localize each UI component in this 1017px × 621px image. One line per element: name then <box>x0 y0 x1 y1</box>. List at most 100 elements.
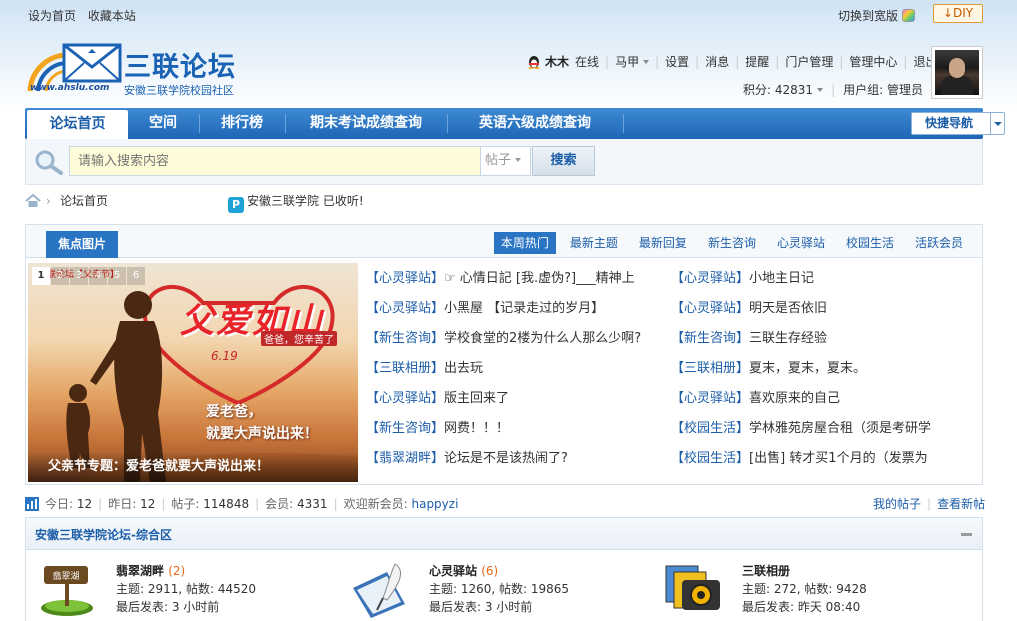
quill-icon[interactable] <box>347 560 413 618</box>
thread-title[interactable]: [出售] 转才买1个月的（发票为 <box>749 451 928 466</box>
nav-ranking[interactable]: 排行榜 <box>200 108 284 139</box>
thread-category[interactable]: 【新生咨询】 <box>671 331 749 346</box>
thread-title[interactable]: 学校食堂的2楼为什么人那么少啊? <box>444 331 641 346</box>
search-button[interactable]: 搜索 <box>532 146 595 176</box>
forum-title[interactable]: 翡翠湖畔 <box>116 564 164 578</box>
thread-category[interactable]: 【校园生活】 <box>671 421 749 436</box>
camera-icon[interactable] <box>660 560 726 618</box>
forum-last-post[interactable]: 最后发表: 昨天 08:40 <box>742 598 860 615</box>
forum-name[interactable]: 三联相册 <box>742 562 790 579</box>
thread-title[interactable]: 版主回来了 <box>444 391 509 406</box>
points-menu[interactable]: 积分: 42831 <box>743 83 824 97</box>
thread-title[interactable]: 小黑屋 【记录走过的岁月】 <box>444 301 604 316</box>
tab-weekly-hot[interactable]: 本周热门 <box>493 232 556 254</box>
thread-category[interactable]: 【心灵驿站】 <box>366 391 444 406</box>
settings-link[interactable]: 设置 <box>665 55 689 69</box>
nav-final-exam-query[interactable]: 期末考试成绩查询 <box>286 108 446 139</box>
tab-latest-replies[interactable]: 最新回复 <box>632 232 694 254</box>
thread-title[interactable]: 出去玩 <box>444 361 483 376</box>
nav-space[interactable]: 空间 <box>128 108 198 139</box>
focus-slideshow[interactable]: 三联论坛【父亲节】 123456 父爱如山 爸爸，您辛苦了 6.19 爱老爸， … <box>28 263 358 482</box>
home-icon[interactable] <box>25 194 41 208</box>
thread-category[interactable]: 【心灵驿站】 <box>671 301 749 316</box>
nav-forum-home[interactable]: 论坛首页 <box>27 110 128 140</box>
forum-name[interactable]: 翡翠湖畔 (2) <box>116 562 185 579</box>
thread-title[interactable]: 网费！！！ <box>444 421 509 436</box>
thread-category[interactable]: 【翡翠湖畔】 <box>366 451 444 466</box>
slide-page-6[interactable]: 6 <box>127 267 145 285</box>
slide-page-3[interactable]: 3 <box>70 267 88 285</box>
thread-title[interactable]: 论坛是不是该热闹了? <box>444 451 568 466</box>
tab-freshman-consult[interactable]: 新生咨询 <box>701 232 763 254</box>
thread-item[interactable]: 【三联相册】出去玩 <box>366 359 666 379</box>
newest-member-link[interactable]: happyzi <box>411 497 458 511</box>
admin-center-link[interactable]: 管理中心 <box>849 55 897 69</box>
tab-active-members[interactable]: 活跃会员 <box>908 232 970 254</box>
thread-item[interactable]: 【翡翠湖畔】论坛是不是该热闹了? <box>366 449 666 469</box>
forum-title[interactable]: 心灵驿站 <box>429 564 477 578</box>
thread-category[interactable]: 【心灵驿站】 <box>366 301 444 316</box>
thread-title[interactable]: 学林雅苑房屋合租（须是考研学 <box>749 421 931 436</box>
diy-button[interactable]: ↓DIY <box>933 4 983 23</box>
category-title[interactable]: 安徽三联学院论坛-综合区 <box>35 526 172 543</box>
forum-title[interactable]: 三联相册 <box>742 564 790 578</box>
horse-menu[interactable]: 马甲 <box>615 55 650 69</box>
thread-category[interactable]: 【三联相册】 <box>366 361 444 376</box>
notice-text[interactable]: 安徽三联学院 已收听! <box>247 194 364 208</box>
search-input[interactable] <box>69 146 481 176</box>
bookmark-link[interactable]: 收藏本站 <box>88 9 136 23</box>
thread-category[interactable]: 【三联相册】 <box>671 361 749 376</box>
thread-category[interactable]: 【校园生活】 <box>671 451 749 466</box>
thread-category[interactable]: 【心灵驿站】 <box>671 271 749 286</box>
switch-wide-link[interactable]: 切换到宽版 <box>838 7 916 24</box>
thread-item[interactable]: 【心灵驿站】☞ 心情日記 [我.虚伪?]___精神上 <box>366 269 666 289</box>
thread-title[interactable]: 喜欢原来的自己 <box>749 391 840 406</box>
thread-item[interactable]: 【心灵驿站】喜欢原来的自己 <box>671 389 971 409</box>
avatar[interactable] <box>931 46 983 99</box>
thread-item[interactable]: 【新生咨询】网费！！！ <box>366 419 666 439</box>
user-group-link[interactable]: 用户组: 管理员 <box>843 83 923 97</box>
thread-item[interactable]: 【校园生活】[出售] 转才买1个月的（发票为 <box>671 449 971 469</box>
reminders-link[interactable]: 提醒 <box>745 55 769 69</box>
portal-admin-link[interactable]: 门户管理 <box>785 55 833 69</box>
forum-name[interactable]: 心灵驿站 (6) <box>429 562 498 579</box>
slide-page-5[interactable]: 5 <box>108 267 126 285</box>
tab-latest-topics[interactable]: 最新主题 <box>563 232 625 254</box>
thread-category[interactable]: 【新生咨询】 <box>366 331 444 346</box>
lake-icon[interactable]: 翡翠湖 <box>34 560 100 618</box>
focus-images-tab[interactable]: 焦点图片 <box>46 231 118 258</box>
thread-item[interactable]: 【心灵驿站】明天是否依旧 <box>671 299 971 319</box>
slide-page-1[interactable]: 1 <box>32 267 50 285</box>
my-posts-link[interactable]: 我的帖子 <box>873 497 921 511</box>
quick-nav-button[interactable]: 快捷导航 <box>911 112 1005 135</box>
slide-page-4[interactable]: 4 <box>89 267 107 285</box>
thread-item[interactable]: 【心灵驿站】版主回来了 <box>366 389 666 409</box>
site-logo[interactable]: 三联论坛 安徽三联学院校园社区 www.ahslu.com <box>26 41 256 97</box>
set-home-link[interactable]: 设为首页 <box>28 9 76 23</box>
thread-category[interactable]: 【新生咨询】 <box>366 421 444 436</box>
thread-item[interactable]: 【心灵驿站】小黑屋 【记录走过的岁月】 <box>366 299 666 319</box>
thread-item[interactable]: 【三联相册】夏末，夏末，夏末。 <box>671 359 971 379</box>
thread-item[interactable]: 【新生咨询】学校食堂的2楼为什么人那么少啊? <box>366 329 666 349</box>
thread-item[interactable]: 【心灵驿站】小地主日记 <box>671 269 971 289</box>
thread-item[interactable]: 【校园生活】学林雅苑房屋合租（须是考研学 <box>671 419 971 439</box>
thread-title[interactable]: 明天是否依旧 <box>749 301 827 316</box>
breadcrumb-current[interactable]: 论坛首页 <box>60 193 108 209</box>
color-palette-icon[interactable] <box>902 9 916 22</box>
tab-campus-life[interactable]: 校园生活 <box>839 232 901 254</box>
thread-item[interactable]: 【新生咨询】三联生存经验 <box>671 329 971 349</box>
view-new-posts-link[interactable]: 查看新帖 <box>937 497 985 511</box>
search-scope-select[interactable]: 帖子 <box>481 146 531 176</box>
tab-soul-station[interactable]: 心灵驿站 <box>770 232 832 254</box>
thread-category[interactable]: 【心灵驿站】 <box>366 271 444 286</box>
thread-title[interactable]: 三联生存经验 <box>749 331 827 346</box>
collapse-icon[interactable] <box>961 533 972 536</box>
forum-last-post[interactable]: 最后发表: 3 小时前 <box>429 598 532 615</box>
username-link[interactable]: 木木 <box>545 55 569 69</box>
messages-link[interactable]: 消息 <box>705 55 729 69</box>
slide-caption[interactable]: 父亲节专题：爱老爸就要大声说出来！ <box>28 452 358 482</box>
forum-last-post[interactable]: 最后发表: 3 小时前 <box>116 598 219 615</box>
slide-page-2[interactable]: 2 <box>51 267 69 285</box>
thread-title[interactable]: ☞ 心情日記 [我.虚伪?]___精神上 <box>444 271 635 286</box>
thread-title[interactable]: 夏末，夏末，夏末。 <box>749 361 866 376</box>
